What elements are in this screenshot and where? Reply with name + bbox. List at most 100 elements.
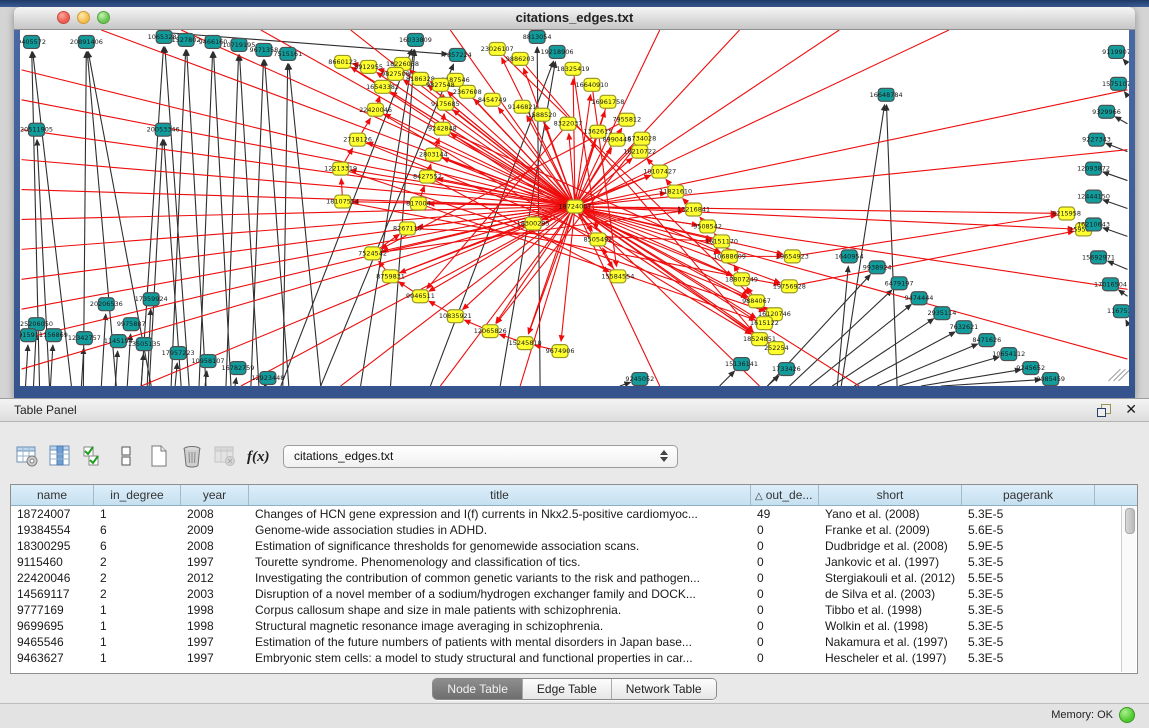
network-node-label: 8427552 <box>413 173 442 181</box>
table-scrollbar-thumb[interactable] <box>1125 508 1135 534</box>
table-row[interactable]: 1830029562008Estimation of significance … <box>11 538 1137 554</box>
network-window-titlebar[interactable]: citations_edges.txt <box>14 7 1135 30</box>
table-cell: 2 <box>94 554 181 570</box>
column-header-in_degree[interactable]: in_degree <box>94 485 181 505</box>
table-cell: 2008 <box>181 538 249 554</box>
tab-edge-table[interactable]: Edge Table <box>522 679 611 699</box>
network-node-label: 8912955 <box>354 63 383 71</box>
network-edge <box>1126 320 1128 323</box>
table-column-icon <box>48 444 72 468</box>
network-edge <box>854 332 955 386</box>
table-cell: 0 <box>751 538 819 554</box>
table-cell: 1997 <box>181 650 249 666</box>
network-node-label: 1615122 <box>750 319 779 327</box>
network-node-label: 9886203 <box>506 55 535 63</box>
table-cell: 5.3E-5 <box>962 634 1095 650</box>
table-row[interactable]: 911546021997Tourette syndrome. Phenomeno… <box>11 554 1137 570</box>
table-cell: 1997 <box>181 634 249 650</box>
function-builder-button[interactable]: f(x) <box>245 443 271 469</box>
network-node-label: 9245052 <box>625 375 654 383</box>
network-edge <box>115 351 117 386</box>
network-node-label: 12342757 <box>68 334 101 342</box>
table-row[interactable]: 1872400712008Changes of HCN gene express… <box>11 506 1137 522</box>
table-cell: 0 <box>751 570 819 586</box>
network-node-label: 13216841 <box>677 205 710 213</box>
network-edge <box>281 49 412 386</box>
network-node-label: 25206050 <box>20 320 53 328</box>
table-cell: Hescheler et al. (1997) <box>819 650 962 666</box>
delete-column-button[interactable] <box>212 443 238 469</box>
table-cell: 9115460 <box>11 554 94 570</box>
network-edge <box>837 266 848 386</box>
network-canvas[interactable]: 1872400718300295866012389129551822605898… <box>20 30 1129 386</box>
network-node-label: 9938924 <box>863 263 892 271</box>
network-node-label: 11821610 <box>659 188 692 196</box>
new-document-icon <box>147 444 171 468</box>
tab-network-table[interactable]: Network Table <box>611 679 716 699</box>
network-node-label: 2367608 <box>453 88 482 96</box>
canvas-resize-grip[interactable] <box>1109 369 1121 381</box>
table-selector-dropdown[interactable]: citations_edges.txt <box>283 445 678 468</box>
memory-status-dot <box>1119 707 1135 723</box>
network-node-label: 16210643 <box>1077 220 1110 228</box>
table-cell: 5.6E-5 <box>962 522 1095 538</box>
table-cell: Jankovic et al. (1997) <box>819 554 962 570</box>
network-node-label: 8215958 <box>1052 209 1081 217</box>
column-header-name[interactable]: name <box>11 485 94 505</box>
row-height-button[interactable] <box>113 443 139 469</box>
network-node-label: 16033809 <box>399 36 432 44</box>
table-row[interactable]: 1456911722003Disruption of a novel membe… <box>11 586 1137 602</box>
network-node-label: 8471626 <box>972 336 1001 344</box>
table-cell: 6 <box>94 538 181 554</box>
table-row[interactable]: 946554611997Estimation of the future num… <box>11 634 1137 650</box>
table-cell: 1 <box>94 650 181 666</box>
table-row[interactable]: 2242004622012Investigating the contribut… <box>11 570 1137 586</box>
table-cell: 5.3E-5 <box>962 650 1095 666</box>
table-cell: 9699695 <box>11 618 94 634</box>
network-node-label: 9827548 <box>426 81 455 89</box>
canvas-resize-grip[interactable] <box>1113 369 1125 381</box>
close-icon[interactable]: ✕ <box>1125 401 1137 418</box>
delete-table-button[interactable] <box>179 443 205 469</box>
table-cell: 0 <box>751 634 819 650</box>
column-header-title[interactable]: title <box>249 485 751 505</box>
network-node-label: 18226058 <box>386 60 419 68</box>
table-header-row: namein_degreeyeartitle△out_de...shortpag… <box>11 485 1137 506</box>
network-node-label: 1527802 <box>172 36 201 44</box>
network-node-label: 9046511 <box>406 292 435 300</box>
table-cell: Structural magnetic resonance image aver… <box>249 618 751 634</box>
network-edge <box>575 207 1127 360</box>
table-row[interactable]: 946362711997Embryonic stem cells: a mode… <box>11 650 1137 666</box>
column-header-out_de[interactable]: △out_de... <box>751 485 819 505</box>
tab-node-table[interactable]: Node Table <box>433 679 522 699</box>
table-row[interactable]: 977716911998Corpus callosum shape and si… <box>11 602 1137 618</box>
table-scrollbar[interactable] <box>1121 506 1136 672</box>
table-row[interactable]: 1938455462009Genome-wide association stu… <box>11 522 1137 538</box>
select-all-button[interactable] <box>80 443 106 469</box>
table-row[interactable]: 969969511998Structural magnetic resonanc… <box>11 618 1137 634</box>
table-settings-button[interactable] <box>14 443 40 469</box>
new-table-button[interactable] <box>146 443 172 469</box>
network-edge <box>226 55 239 386</box>
float-window-icon[interactable] <box>1097 404 1110 416</box>
show-columns-button[interactable] <box>47 443 73 469</box>
network-edge <box>1115 117 1127 124</box>
column-header-pagerank[interactable]: pagerank <box>962 485 1095 505</box>
network-graph[interactable]: 1872400718300295866012389129551822605898… <box>20 30 1129 386</box>
network-edge <box>789 290 891 386</box>
column-header-short[interactable]: short <box>819 485 962 505</box>
table-cell: Disruption of a novel member of a sodium… <box>249 586 751 602</box>
table-cell: 0 <box>751 618 819 634</box>
memory-indicator[interactable]: Memory: OK <box>1051 707 1135 723</box>
network-node-label: 7515161 <box>273 50 302 58</box>
network-node-label: 8454749 <box>478 96 507 104</box>
network-node-label: 16961758 <box>591 98 624 106</box>
column-header-year[interactable]: year <box>181 485 249 505</box>
network-node-label: 8813054 <box>523 33 552 41</box>
network-node-label: 1362615 <box>584 128 613 136</box>
network-node-label: 8267110 <box>393 224 422 232</box>
network-node-label: 10107427 <box>643 168 676 176</box>
trash-icon <box>180 444 204 468</box>
table-cell: 1997 <box>181 554 249 570</box>
network-edge <box>789 231 1073 286</box>
